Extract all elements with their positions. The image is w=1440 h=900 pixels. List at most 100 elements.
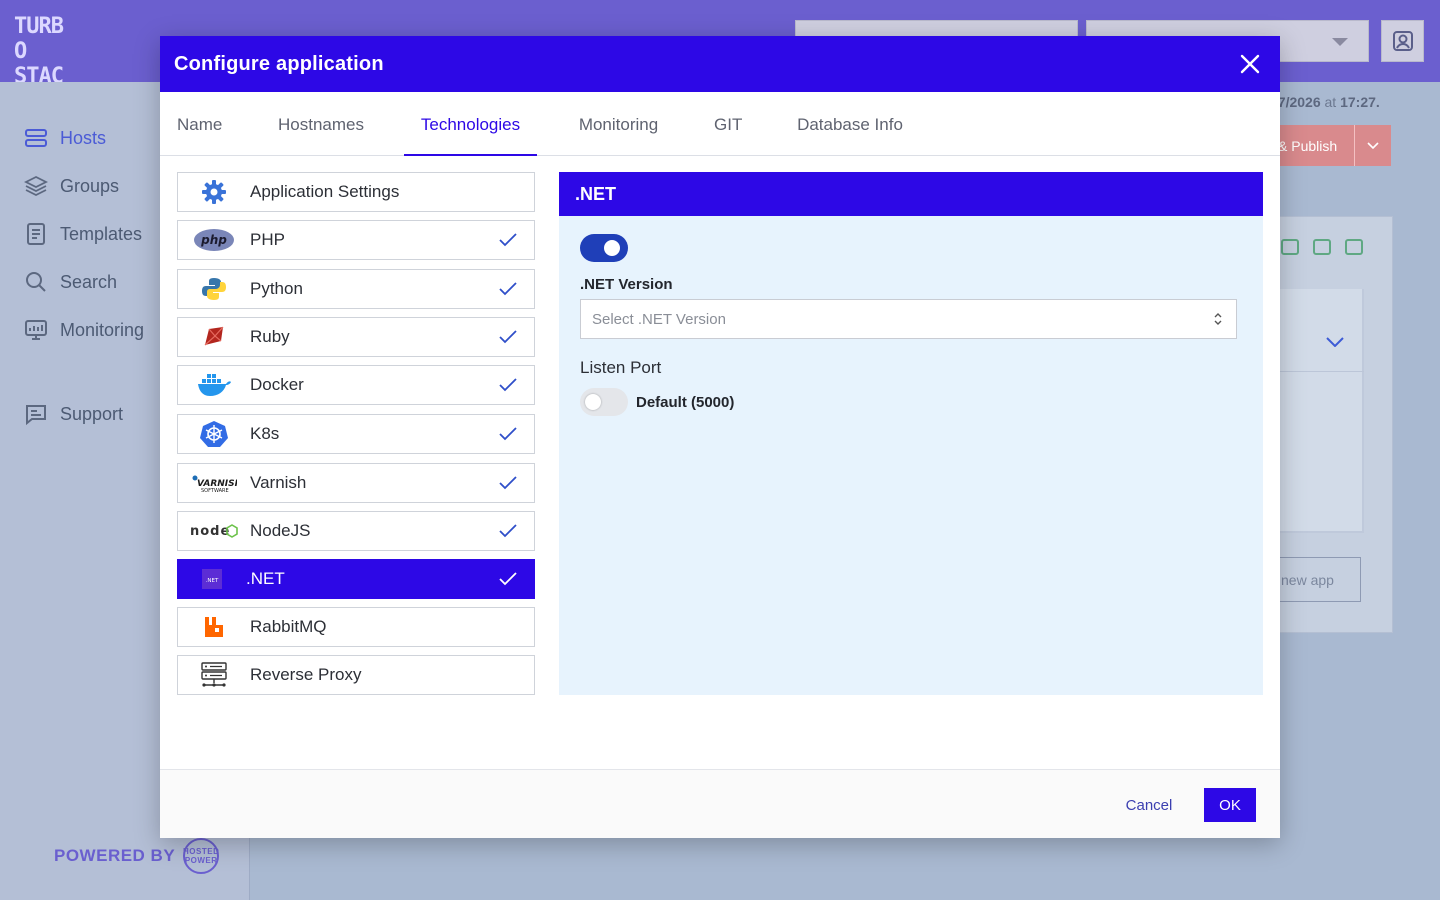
add-icon[interactable] [1281,239,1299,255]
sidebar-item-monitoring[interactable]: Monitoring [24,315,144,345]
default-port-toggle[interactable] [580,388,628,416]
layers-icon [24,175,48,197]
document-icon [27,223,45,245]
tech-item-label: Docker [250,375,304,394]
dotnet-enabled-toggle[interactable] [580,234,628,262]
tech-item-label: .NET [246,569,285,588]
save-publish-button[interactable]: & Publish [1270,125,1391,166]
chat-icon [26,405,46,426]
chevron-down-icon [1367,141,1379,149]
listen-port-label: Listen Port [580,358,662,377]
panel-tools [1281,239,1363,255]
search-icon [26,272,46,292]
proxy-icon [178,662,250,688]
tab-monitoring[interactable]: Monitoring [576,92,661,156]
check-icon [499,233,517,247]
tech-item-label: RabbitMQ [250,617,327,636]
modal-tabs: Name Hostnames Technologies Monitoring G… [160,92,1280,156]
tech-item-label: Python [250,279,303,298]
kubernetes-icon [178,420,250,448]
close-icon[interactable] [1238,52,1262,76]
sidebar-item-label: Templates [60,223,143,244]
toggle-knob [604,240,620,256]
tech-item-application-settings[interactable]: Application Settings [177,172,535,212]
publish-dropdown-toggle[interactable] [1354,125,1391,166]
tech-item-python[interactable]: Python [177,269,535,309]
tab-hostnames[interactable]: Hostnames [277,92,365,156]
add-new-app-label: l new app [1274,571,1334,588]
add-new-app-button[interactable]: l new app [1271,557,1361,602]
ok-button[interactable]: OK [1204,788,1256,822]
tech-item-php[interactable]: php PHP [177,220,535,260]
docker-icon [178,373,250,397]
save-icon[interactable] [1345,239,1363,255]
tech-item-nodejs[interactable]: node NodeJS [177,511,535,551]
tech-item-label: Reverse Proxy [250,665,362,684]
sidebar-item-support[interactable]: Support [24,399,123,429]
divider [1271,371,1364,372]
tech-item-label: Application Settings [250,182,400,201]
server-icon [25,129,47,147]
default-port-label: Default (5000) [636,394,735,411]
host-panel: l new app [1270,216,1393,633]
modal-footer: Cancel OK [160,769,1280,838]
ruby-icon [178,325,250,349]
sidebar-item-label: Groups [60,175,120,196]
nodejs-icon: node [178,522,250,540]
powered-by: POWERED BY HOSTED POWER [54,838,220,874]
check-icon [499,427,517,441]
tab-database-info[interactable]: Database Info [797,92,903,156]
tab-git[interactable]: GIT [714,92,742,156]
tab-technologies[interactable]: Technologies [404,92,537,156]
turbostack-logo[interactable]: TURBO STACK [14,14,70,114]
tech-item-rabbitmq[interactable]: RabbitMQ [177,607,535,647]
user-icon [1392,31,1413,51]
dotnet-version-placeholder: Select .NET Version [592,310,726,328]
detail-title: .NET [559,172,1263,216]
tech-item-k8s[interactable]: K8s [177,414,535,454]
hosted-power-logo-text: HOSTED POWER [183,847,220,865]
cancel-button[interactable]: Cancel [1114,788,1184,822]
sidebar-item-groups[interactable]: Groups [24,171,119,201]
nodejs-logo-text: node [190,524,230,539]
tech-item-label: Varnish [250,473,307,492]
date-at-text: at [1320,94,1341,110]
sidebar-item-label: Monitoring [60,319,145,340]
tech-item-reverse-proxy[interactable]: Reverse Proxy [177,655,535,695]
publish-label: & Publish [1278,137,1338,154]
check-icon [499,476,517,490]
dotnet-version-select[interactable]: Select .NET Version [580,299,1237,339]
dotnet-logo-text: .NET [206,578,219,584]
chevron-down-icon[interactable] [1326,337,1344,347]
last-published-text: 07/2026 at 17:27. [1270,94,1380,110]
sidebar-item-search[interactable]: Search [24,267,117,297]
sidebar-item-label: Hosts [60,127,107,148]
tech-item-docker[interactable]: Docker [177,365,535,405]
select-arrows-icon [1214,313,1222,325]
varnish-icon: VARNISHSOFTWARE [178,472,250,494]
sidebar-item-templates[interactable]: Templates [24,219,142,249]
check-icon [499,330,517,344]
hosted-power-logo[interactable]: HOSTED POWER [183,838,220,874]
sidebar-item-hosts[interactable]: Hosts [24,123,106,153]
tech-item-ruby[interactable]: Ruby [177,317,535,357]
technology-detail-panel: .NET .NET Version Select .NET Version Li… [559,172,1263,695]
server-icon[interactable] [1313,239,1331,255]
user-menu-button[interactable] [1381,20,1424,62]
check-icon [499,524,517,538]
dotnet-version-label: .NET Version [580,276,673,293]
modal-title: Configure application [174,52,384,75]
tab-name[interactable]: Name [177,92,222,156]
publish-time: 17:27. [1340,94,1380,110]
tech-item-dotnet[interactable]: .NET .NET [177,559,535,599]
php-icon: php [178,228,250,252]
gear-icon [178,178,250,206]
sidebar-item-label: Search [60,271,118,292]
python-icon [178,276,250,302]
chevron-down-icon [1332,38,1348,46]
tech-item-label: K8s [250,424,280,443]
modal-header: Configure application [160,36,1280,92]
tech-item-label: Ruby [250,327,290,346]
tech-item-varnish[interactable]: VARNISHSOFTWARE Varnish [177,463,535,503]
tech-item-label: PHP [250,230,285,249]
